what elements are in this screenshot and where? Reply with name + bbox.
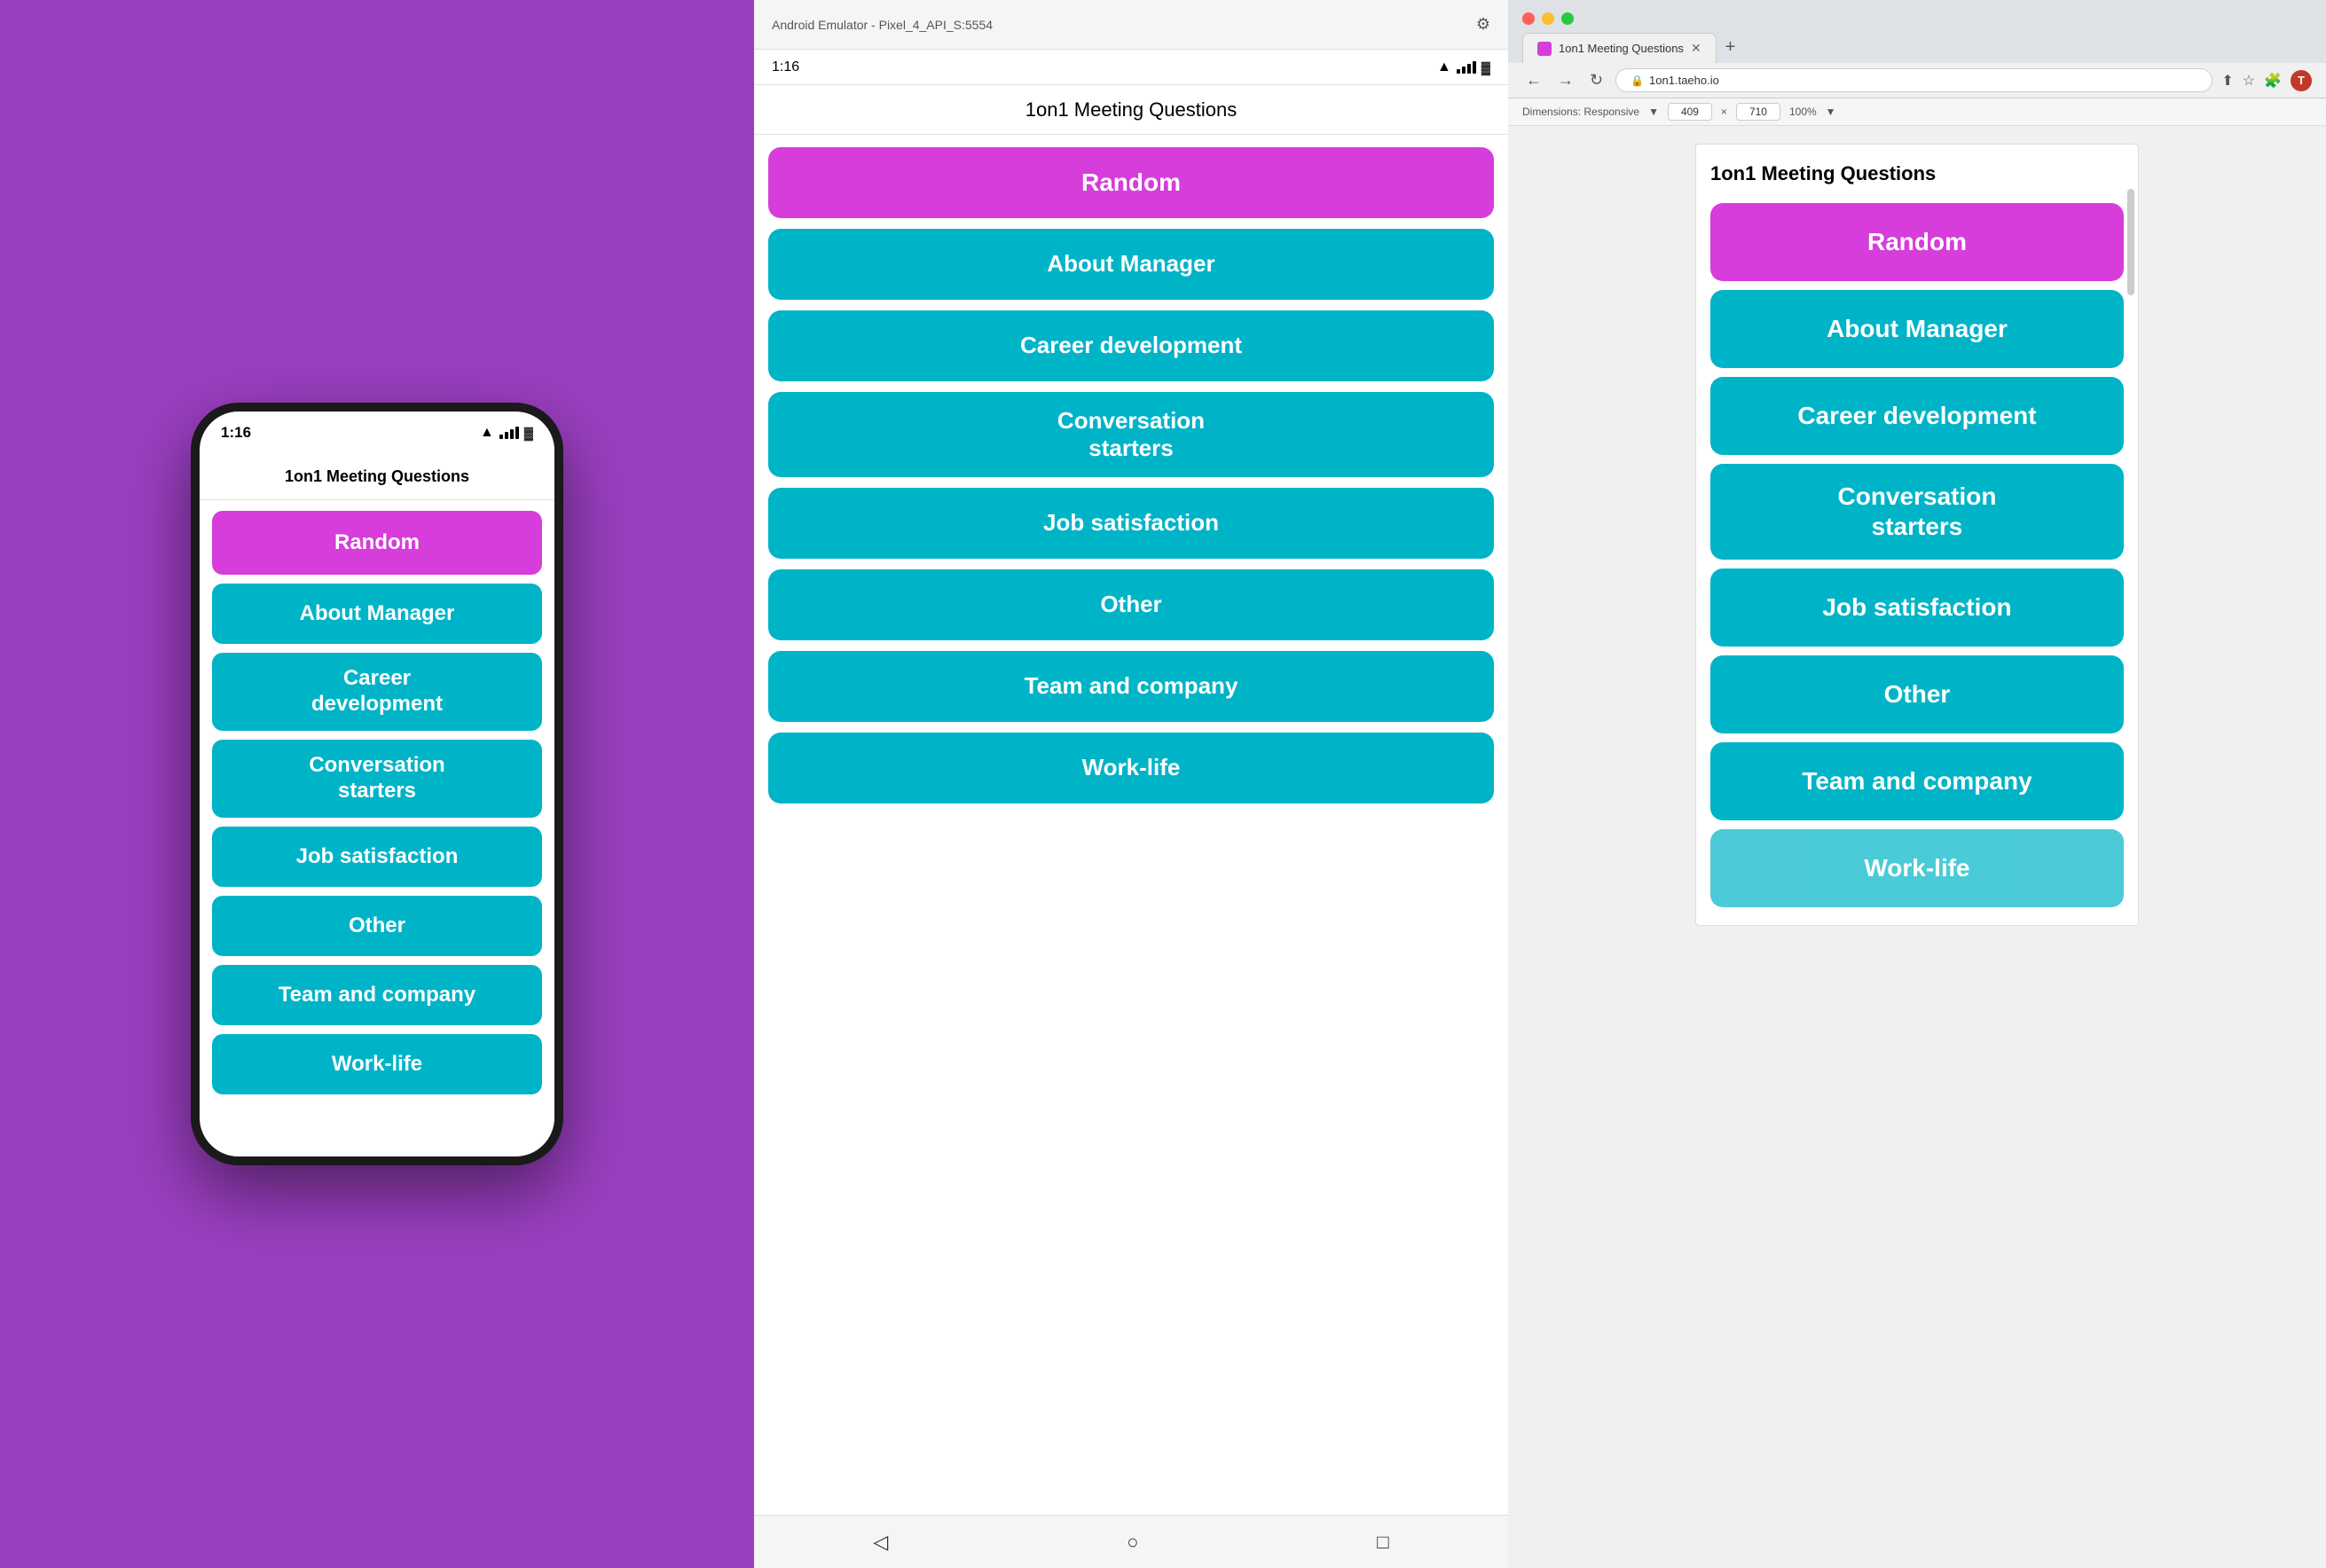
- android-section: Android Emulator - Pixel_4_API_S:5554 ⚙ …: [754, 0, 1508, 1568]
- wifi-icon: ▲: [480, 425, 494, 441]
- browser-btn-career-development[interactable]: Career development: [1710, 377, 2124, 455]
- android-recents-button[interactable]: □: [1377, 1531, 1388, 1554]
- browser-forward-button[interactable]: →: [1554, 69, 1577, 91]
- browser-active-tab[interactable]: 1on1 Meeting Questions ✕: [1522, 33, 1717, 63]
- maximize-button[interactable]: [1561, 12, 1574, 25]
- android-status-icons: ▲ ▓: [1437, 59, 1490, 75]
- android-emulator-title: Android Emulator - Pixel_4_API_S:5554: [772, 18, 993, 32]
- ios-btn-job-satisfaction[interactable]: Job satisfaction: [212, 827, 542, 887]
- android-btn-job-satisfaction[interactable]: Job satisfaction: [768, 488, 1494, 559]
- tab-title: 1on1 Meeting Questions: [1559, 42, 1684, 55]
- ios-btn-work-life[interactable]: Work-life: [212, 1034, 542, 1094]
- android-wifi-icon: ▲: [1437, 59, 1451, 75]
- android-nav-title: 1on1 Meeting Questions: [1025, 98, 1238, 122]
- android-signal-icon: [1457, 61, 1476, 74]
- ios-menu-list: Random About Manager Careerdevelopment C…: [200, 500, 554, 1156]
- android-btn-work-life[interactable]: Work-life: [768, 733, 1494, 804]
- android-status-bar: 1:16 ▲ ▓: [754, 50, 1508, 85]
- browser-btn-conversation-starters[interactable]: Conversationstarters: [1710, 464, 2124, 560]
- ios-btn-about-manager[interactable]: About Manager: [212, 584, 542, 644]
- browser-profile-icon[interactable]: T: [2291, 70, 2312, 91]
- browser-back-button[interactable]: ←: [1522, 69, 1545, 91]
- browser-share-icon[interactable]: ⬆: [2221, 72, 2233, 90]
- browser-btn-job-satisfaction[interactable]: Job satisfaction: [1710, 568, 2124, 647]
- browser-dimensions-bar: Dimensions: Responsive ▼ × 100% ▼: [1508, 98, 2326, 126]
- android-btn-random[interactable]: Random: [768, 147, 1494, 218]
- signal-icon: [499, 427, 519, 439]
- android-time: 1:16: [772, 59, 799, 75]
- browser-address-bar-row: ← → ↻ 🔒 1on1.taeho.io ⬆ ☆ 🧩 T: [1508, 63, 2326, 98]
- new-tab-button[interactable]: +: [1717, 32, 1745, 63]
- browser-btn-other[interactable]: Other: [1710, 655, 2124, 733]
- close-button[interactable]: [1522, 12, 1535, 25]
- tab-close-button[interactable]: ✕: [1691, 41, 1701, 56]
- android-btn-about-manager[interactable]: About Manager: [768, 229, 1494, 300]
- battery-icon: ▓: [524, 426, 533, 440]
- android-battery-icon: ▓: [1481, 60, 1490, 74]
- android-settings-icon[interactable]: ⚙: [1476, 15, 1490, 34]
- ios-btn-career-development[interactable]: Careerdevelopment: [212, 653, 542, 731]
- android-title-bar: Android Emulator - Pixel_4_API_S:5554 ⚙: [754, 0, 1508, 50]
- browser-scrollbar[interactable]: [2127, 189, 2134, 295]
- ios-nav-title: 1on1 Meeting Questions: [285, 467, 469, 486]
- ios-btn-team-and-company[interactable]: Team and company: [212, 965, 542, 1025]
- width-input[interactable]: [1668, 103, 1712, 121]
- browser-chrome: 1on1 Meeting Questions ✕ + ← → ↻ 🔒 1on1.…: [1508, 0, 2326, 126]
- browser-section: 1on1 Meeting Questions ✕ + ← → ↻ 🔒 1on1.…: [1508, 0, 2326, 1568]
- dimensions-dropdown-icon[interactable]: ▼: [1648, 106, 1659, 118]
- dimensions-x-label: ×: [1721, 106, 1727, 118]
- browser-refresh-button[interactable]: ↻: [1586, 69, 1607, 91]
- minimize-button[interactable]: [1542, 12, 1554, 25]
- android-btn-other[interactable]: Other: [768, 569, 1494, 640]
- browser-page-content: 1on1 Meeting Questions Random About Mana…: [1695, 144, 2139, 926]
- browser-btn-team-and-company[interactable]: Team and company: [1710, 742, 2124, 820]
- tab-favicon: [1537, 42, 1552, 56]
- browser-btn-about-manager[interactable]: About Manager: [1710, 290, 2124, 368]
- android-btn-team-and-company[interactable]: Team and company: [768, 651, 1494, 722]
- height-input[interactable]: [1736, 103, 1780, 121]
- browser-window-controls: [1508, 0, 2326, 32]
- ios-btn-other[interactable]: Other: [212, 896, 542, 956]
- android-back-button[interactable]: ◁: [873, 1531, 888, 1554]
- url-text: 1on1.taeho.io: [1649, 74, 1719, 87]
- ios-btn-random[interactable]: Random: [212, 511, 542, 575]
- dimensions-label: Dimensions: Responsive: [1522, 106, 1639, 118]
- android-nav-bar: 1on1 Meeting Questions: [754, 85, 1508, 135]
- address-bar[interactable]: 🔒 1on1.taeho.io: [1615, 68, 2212, 92]
- browser-btn-random[interactable]: Random: [1710, 203, 2124, 281]
- ios-time: 1:16: [221, 424, 251, 442]
- browser-page-title: 1on1 Meeting Questions: [1710, 162, 2124, 194]
- browser-tab-bar: 1on1 Meeting Questions ✕ +: [1508, 32, 2326, 63]
- android-nav-buttons: ◁ ○ □: [754, 1515, 1508, 1568]
- zoom-dropdown-icon[interactable]: ▼: [1826, 106, 1836, 118]
- lock-icon: 🔒: [1631, 74, 1644, 87]
- ios-btn-conversation-starters[interactable]: Conversationstarters: [212, 740, 542, 818]
- browser-btn-work-life[interactable]: Work-life: [1710, 829, 2124, 907]
- ios-nav-bar: 1on1 Meeting Questions: [200, 454, 554, 500]
- zoom-label: 100%: [1789, 106, 1817, 118]
- android-home-button[interactable]: ○: [1127, 1531, 1138, 1554]
- browser-extensions-icon[interactable]: 🧩: [2264, 72, 2282, 90]
- browser-bookmark-icon[interactable]: ☆: [2243, 72, 2255, 90]
- ios-phone-section: 1:16 ▲ ▓ 1on1 Meeting Questions Random: [0, 0, 754, 1568]
- android-btn-conversation-starters[interactable]: Conversationstarters: [768, 392, 1494, 477]
- browser-viewport: 1on1 Meeting Questions Random About Mana…: [1508, 126, 2326, 1568]
- ios-status-bar: 1:16 ▲ ▓: [200, 412, 554, 454]
- android-menu-list: Random About Manager Career development …: [754, 135, 1508, 1515]
- android-btn-career-development[interactable]: Career development: [768, 310, 1494, 381]
- ios-status-icons: ▲ ▓: [480, 425, 533, 441]
- phone-frame: 1:16 ▲ ▓ 1on1 Meeting Questions Random: [191, 403, 563, 1165]
